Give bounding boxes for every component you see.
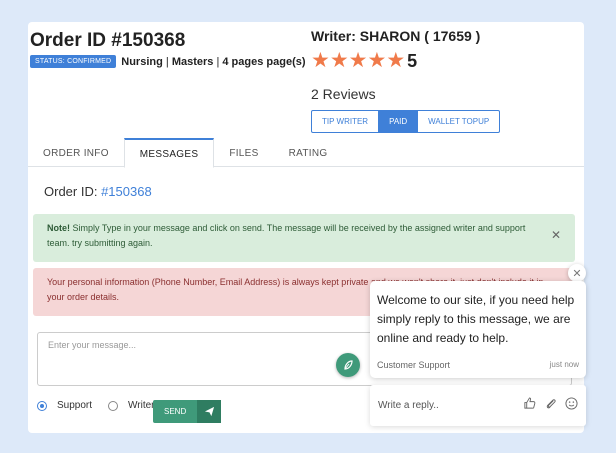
order-tabs: ORDER INFO MESSAGES FILES RATING: [28, 138, 584, 168]
writer-name: Writer: SHARON ( 17659 ): [311, 28, 481, 44]
order-id-label: Order ID:: [44, 184, 102, 199]
send-button[interactable]: SEND: [153, 400, 221, 423]
rating-value: 5: [407, 50, 418, 71]
tab-files[interactable]: FILES: [214, 138, 273, 166]
star-icon: ★: [348, 49, 368, 72]
chat-launcher-icon[interactable]: [336, 353, 360, 377]
tab-messages[interactable]: MESSAGES: [123, 138, 215, 168]
paid-button[interactable]: PAID: [379, 111, 419, 132]
tab-order-info[interactable]: ORDER INFO: [28, 138, 124, 166]
chat-close-icon[interactable]: ✕: [568, 264, 586, 282]
chat-meta: Customer Support just now: [377, 360, 579, 370]
order-level: Masters: [171, 55, 214, 68]
close-icon[interactable]: ✕: [551, 228, 561, 243]
order-meta: STATUS: CONFIRMED Nursing | Masters | 4 …: [30, 55, 306, 68]
tab-rating[interactable]: RATING: [274, 138, 343, 166]
chat-message: Welcome to our site, if you need help si…: [377, 293, 575, 345]
order-subject: Nursing: [121, 55, 163, 68]
chat-reply-input[interactable]: Write a reply..: [378, 400, 523, 411]
star-icon: ★: [386, 49, 406, 72]
emoji-icon[interactable]: [565, 396, 578, 415]
thumbs-up-icon[interactable]: [523, 396, 536, 415]
wallet-topup-button[interactable]: WALLET TOPUP: [418, 111, 499, 132]
star-icon: ★: [311, 49, 330, 72]
writer-rating: ★ ★ ★ ★ ★ 5: [311, 50, 417, 72]
recipient-radio-group: Support Writer: [37, 400, 155, 411]
chat-reply-bar: Write a reply..: [370, 385, 586, 426]
note-strong: Note!: [47, 223, 70, 233]
separator: |: [162, 55, 172, 68]
chat-popup: Welcome to our site, if you need help si…: [370, 281, 586, 378]
paper-plane-icon: [197, 400, 221, 423]
order-id-link[interactable]: #150368: [101, 184, 152, 199]
separator: |: [213, 55, 223, 68]
radio-writer[interactable]: [108, 400, 119, 411]
paperclip-icon[interactable]: [544, 397, 557, 415]
messages-order-id: Order ID: #150368: [44, 184, 152, 199]
star-icon: ★: [329, 49, 349, 72]
writer-actions: TIP WRITER PAID WALLET TOPUP: [311, 110, 501, 133]
send-label: SEND: [164, 407, 187, 416]
status-badge: STATUS: CONFIRMED: [30, 55, 117, 68]
chat-sender: Customer Support: [377, 360, 451, 370]
reviews-count[interactable]: 2 Reviews: [311, 86, 376, 102]
tip-writer-button[interactable]: TIP WRITER: [312, 111, 380, 132]
chat-reply-actions: [523, 396, 578, 415]
order-pages: 4 pages page(s): [222, 55, 306, 68]
chat-time: just now: [549, 360, 579, 369]
page-title: Order ID #150368: [30, 30, 186, 51]
radio-support[interactable]: [37, 400, 47, 411]
radio-writer-label: Writer: [128, 400, 155, 411]
note-retry: try submitting again.: [69, 238, 153, 248]
radio-support-label: Support: [57, 400, 93, 411]
star-icon: ★: [367, 49, 387, 72]
note-alert: Note! Simply Type in your message and cl…: [33, 214, 575, 262]
